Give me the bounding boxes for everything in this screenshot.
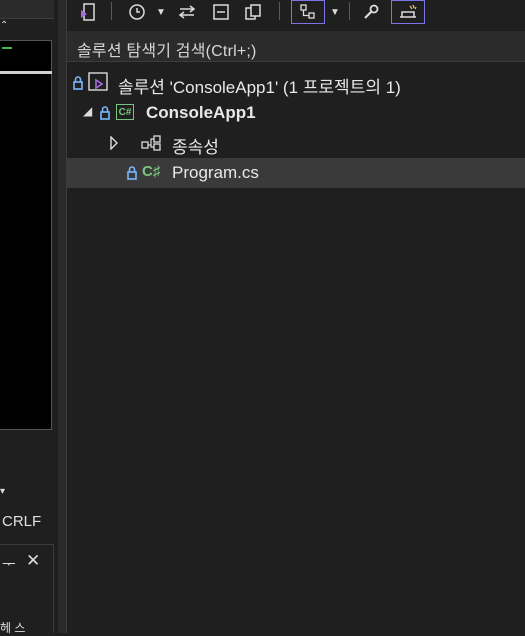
dependencies-label: 종속성	[172, 138, 219, 157]
file-label: Program.cs	[172, 163, 259, 182]
collapse-all-icon[interactable]	[209, 0, 233, 24]
chevron-down-icon[interactable]: ▾	[0, 486, 5, 497]
tree-item-dependencies[interactable]: 종속성	[67, 128, 525, 158]
tree-item-project[interactable]: ◢ C# ConsoleApp1	[67, 98, 525, 128]
close-icon[interactable]: ✕	[26, 551, 40, 571]
caret-icon: ⌃	[0, 20, 9, 31]
search-placeholder: 솔루션 탐색기 검색(Ctrl+;)	[77, 43, 257, 60]
solution-explorer-toolbar: ▼ ▼	[67, 0, 525, 26]
solution-label: 솔루션 'ConsoleApp1' (1 프로젝트의 1)	[118, 78, 401, 97]
panel-splitter[interactable]	[58, 0, 66, 633]
tree-item-solution[interactable]: 솔루션 'ConsoleApp1' (1 프로젝트의 1)	[67, 68, 525, 98]
history-icon[interactable]	[125, 0, 149, 24]
tree-item-program-cs[interactable]: C♯ Program.cs	[67, 158, 525, 188]
left-bottom-panel: ᅮ ✕ 헤 스	[0, 544, 54, 635]
solution-tree: 솔루션 'ConsoleApp1' (1 프로젝트의 1) ◢ C# Conso…	[67, 67, 525, 633]
copy-icon[interactable]	[241, 0, 265, 24]
terminal-output[interactable]	[0, 40, 52, 430]
terminal-highlight-line	[0, 71, 52, 74]
left-editor-strip: ⌃ ▾ CRLF ᅮ ✕ 헤 스	[0, 0, 58, 635]
project-label: ConsoleApp1	[146, 103, 256, 122]
show-all-files-icon[interactable]	[291, 0, 325, 24]
expanded-triangle-icon[interactable]: ◢	[83, 104, 92, 118]
pin-icon[interactable]: ᅮ	[2, 553, 16, 574]
terminal-text-fragment	[2, 47, 12, 49]
preview-icon[interactable]	[391, 0, 425, 24]
sync-icon[interactable]	[175, 0, 199, 24]
csharp-file-icon: C♯	[142, 163, 161, 180]
lock-icon	[73, 76, 83, 90]
csharp-project-icon: C#	[116, 104, 134, 120]
properties-wrench-icon[interactable]	[359, 0, 383, 24]
line-ending-label: CRLF	[2, 513, 42, 530]
dropdown-arrow-icon[interactable]: ▼	[155, 0, 167, 24]
solution-explorer-search-box[interactable]: 솔루션 탐색기 검색(Ctrl+;)	[67, 31, 525, 62]
lock-icon	[127, 166, 137, 180]
lock-icon	[100, 106, 110, 120]
vs-solution-icon[interactable]	[75, 0, 101, 24]
line-ending-status[interactable]: CRLF	[0, 510, 52, 534]
panel-text-fragment: 헤 스	[0, 621, 26, 635]
solution-icon	[88, 72, 108, 91]
dropdown-arrow-icon[interactable]: ▼	[329, 0, 341, 24]
dependencies-icon	[141, 135, 161, 151]
collapsed-triangle-icon[interactable]	[109, 136, 119, 150]
left-top-bar	[0, 0, 54, 19]
